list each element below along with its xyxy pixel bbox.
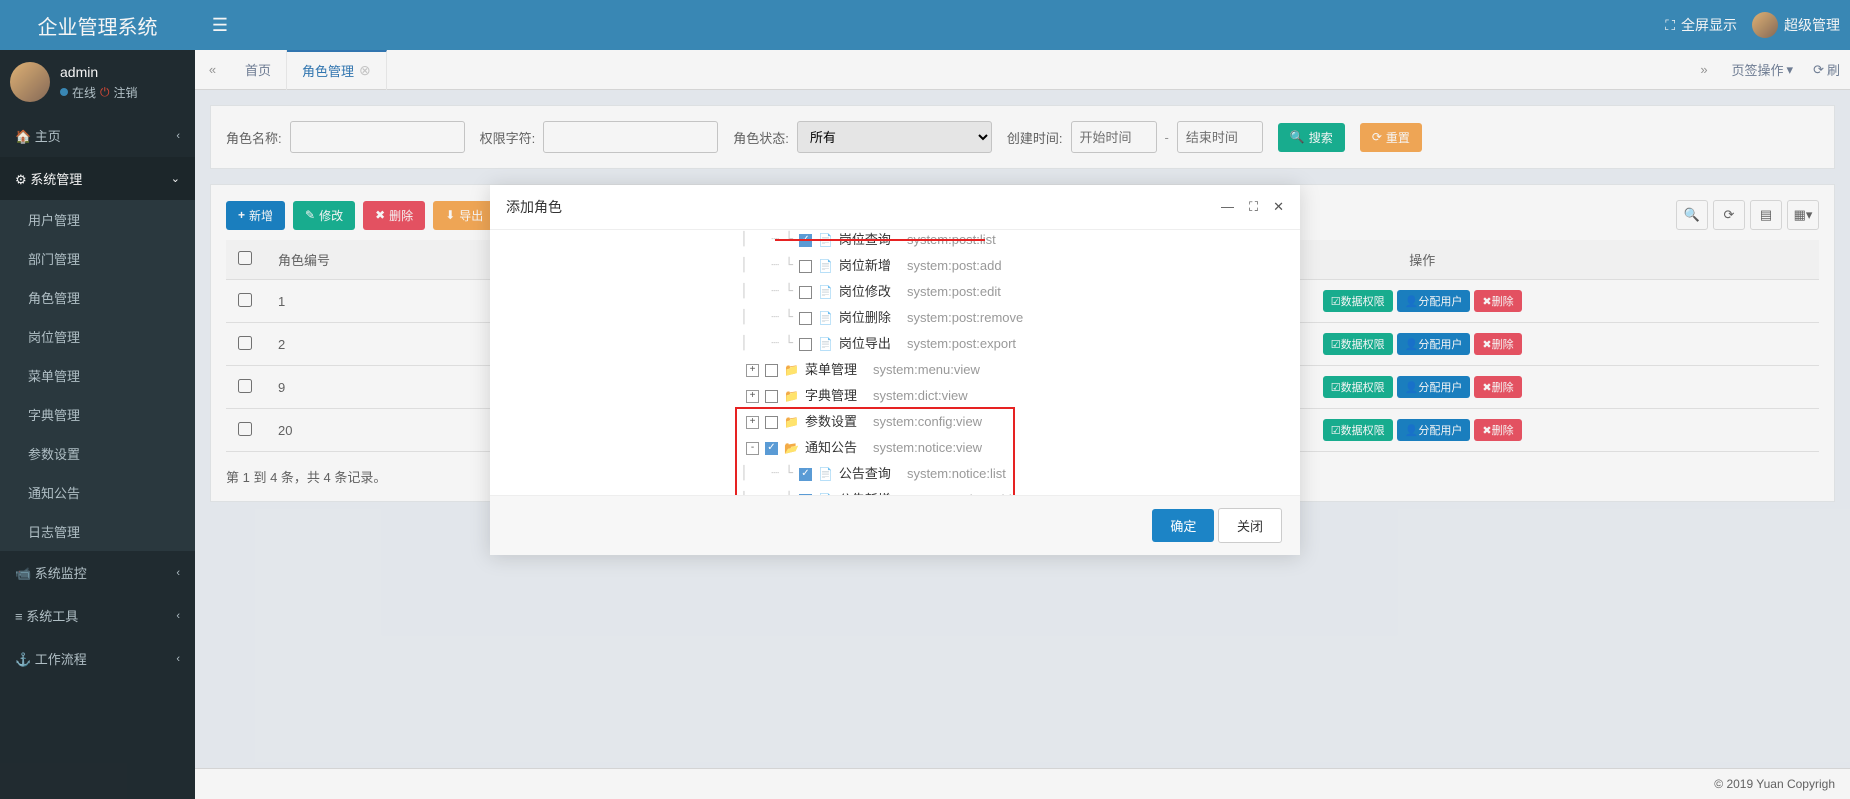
tree-perm: system:dict:view: [873, 385, 968, 407]
file-icon: 📄: [818, 333, 833, 355]
tree-node[interactable]: + 📁 字典管理 system:dict:view: [740, 383, 1290, 409]
tree-perm: system:post:export: [907, 333, 1016, 355]
tree-checkbox[interactable]: [799, 260, 812, 273]
tree-checkbox[interactable]: [765, 390, 778, 403]
maximize-icon[interactable]: ⛶: [1249, 199, 1258, 215]
highlight-box: [735, 407, 1015, 495]
tree-label: 菜单管理: [805, 359, 857, 381]
modal-footer: 确定 关闭: [490, 495, 1300, 555]
folder-icon: 📁: [784, 385, 799, 407]
add-role-modal: 添加角色 — ⛶ ✕ │ ┈└✓📄岗位查询system:post:list│ ┈…: [490, 185, 1300, 555]
tree-node[interactable]: │ ┈└📄岗位删除system:post:remove: [740, 305, 1290, 331]
file-icon: 📄: [818, 281, 833, 303]
tree-perm: system:menu:view: [873, 359, 980, 381]
expand-icon[interactable]: +: [746, 364, 759, 377]
tree-node[interactable]: │ ┈└📄岗位修改system:post:edit: [740, 279, 1290, 305]
tree-perm: system:post:edit: [907, 281, 1001, 303]
tree-node[interactable]: │ ┈└📄岗位新增system:post:add: [740, 253, 1290, 279]
file-icon: 📄: [818, 307, 833, 329]
ok-button[interactable]: 确定: [1152, 509, 1214, 542]
tree-label: 岗位导出: [839, 333, 891, 355]
modal-title: 添加角色: [506, 197, 562, 217]
folder-icon: 📁: [784, 359, 799, 381]
modal-body: │ ┈└✓📄岗位查询system:post:list│ ┈└📄岗位新增syste…: [490, 230, 1300, 495]
tree-node[interactable]: │ ┈└📄岗位导出system:post:export: [740, 331, 1290, 357]
tree-checkbox[interactable]: [765, 364, 778, 377]
modal-header: 添加角色 — ⛶ ✕: [490, 185, 1300, 230]
tree-checkbox[interactable]: [799, 286, 812, 299]
close-button[interactable]: 关闭: [1218, 508, 1282, 543]
tree-label: 字典管理: [805, 385, 857, 407]
close-icon[interactable]: ✕: [1273, 199, 1284, 215]
tree-label: 岗位新增: [839, 255, 891, 277]
tree-perm: system:post:add: [907, 255, 1002, 277]
tree-node[interactable]: │ ┈└✓📄岗位查询system:post:list: [740, 230, 1290, 253]
highlight-line: [775, 239, 985, 241]
file-icon: 📄: [818, 255, 833, 277]
tree-checkbox[interactable]: [799, 338, 812, 351]
expand-icon[interactable]: +: [746, 390, 759, 403]
tree-checkbox[interactable]: [799, 312, 812, 325]
tree-label: 岗位修改: [839, 281, 891, 303]
tree-perm: system:post:remove: [907, 307, 1023, 329]
tree-label: 岗位删除: [839, 307, 891, 329]
tree-node[interactable]: + 📁 菜单管理 system:menu:view: [740, 357, 1290, 383]
minimize-icon[interactable]: —: [1221, 199, 1234, 215]
